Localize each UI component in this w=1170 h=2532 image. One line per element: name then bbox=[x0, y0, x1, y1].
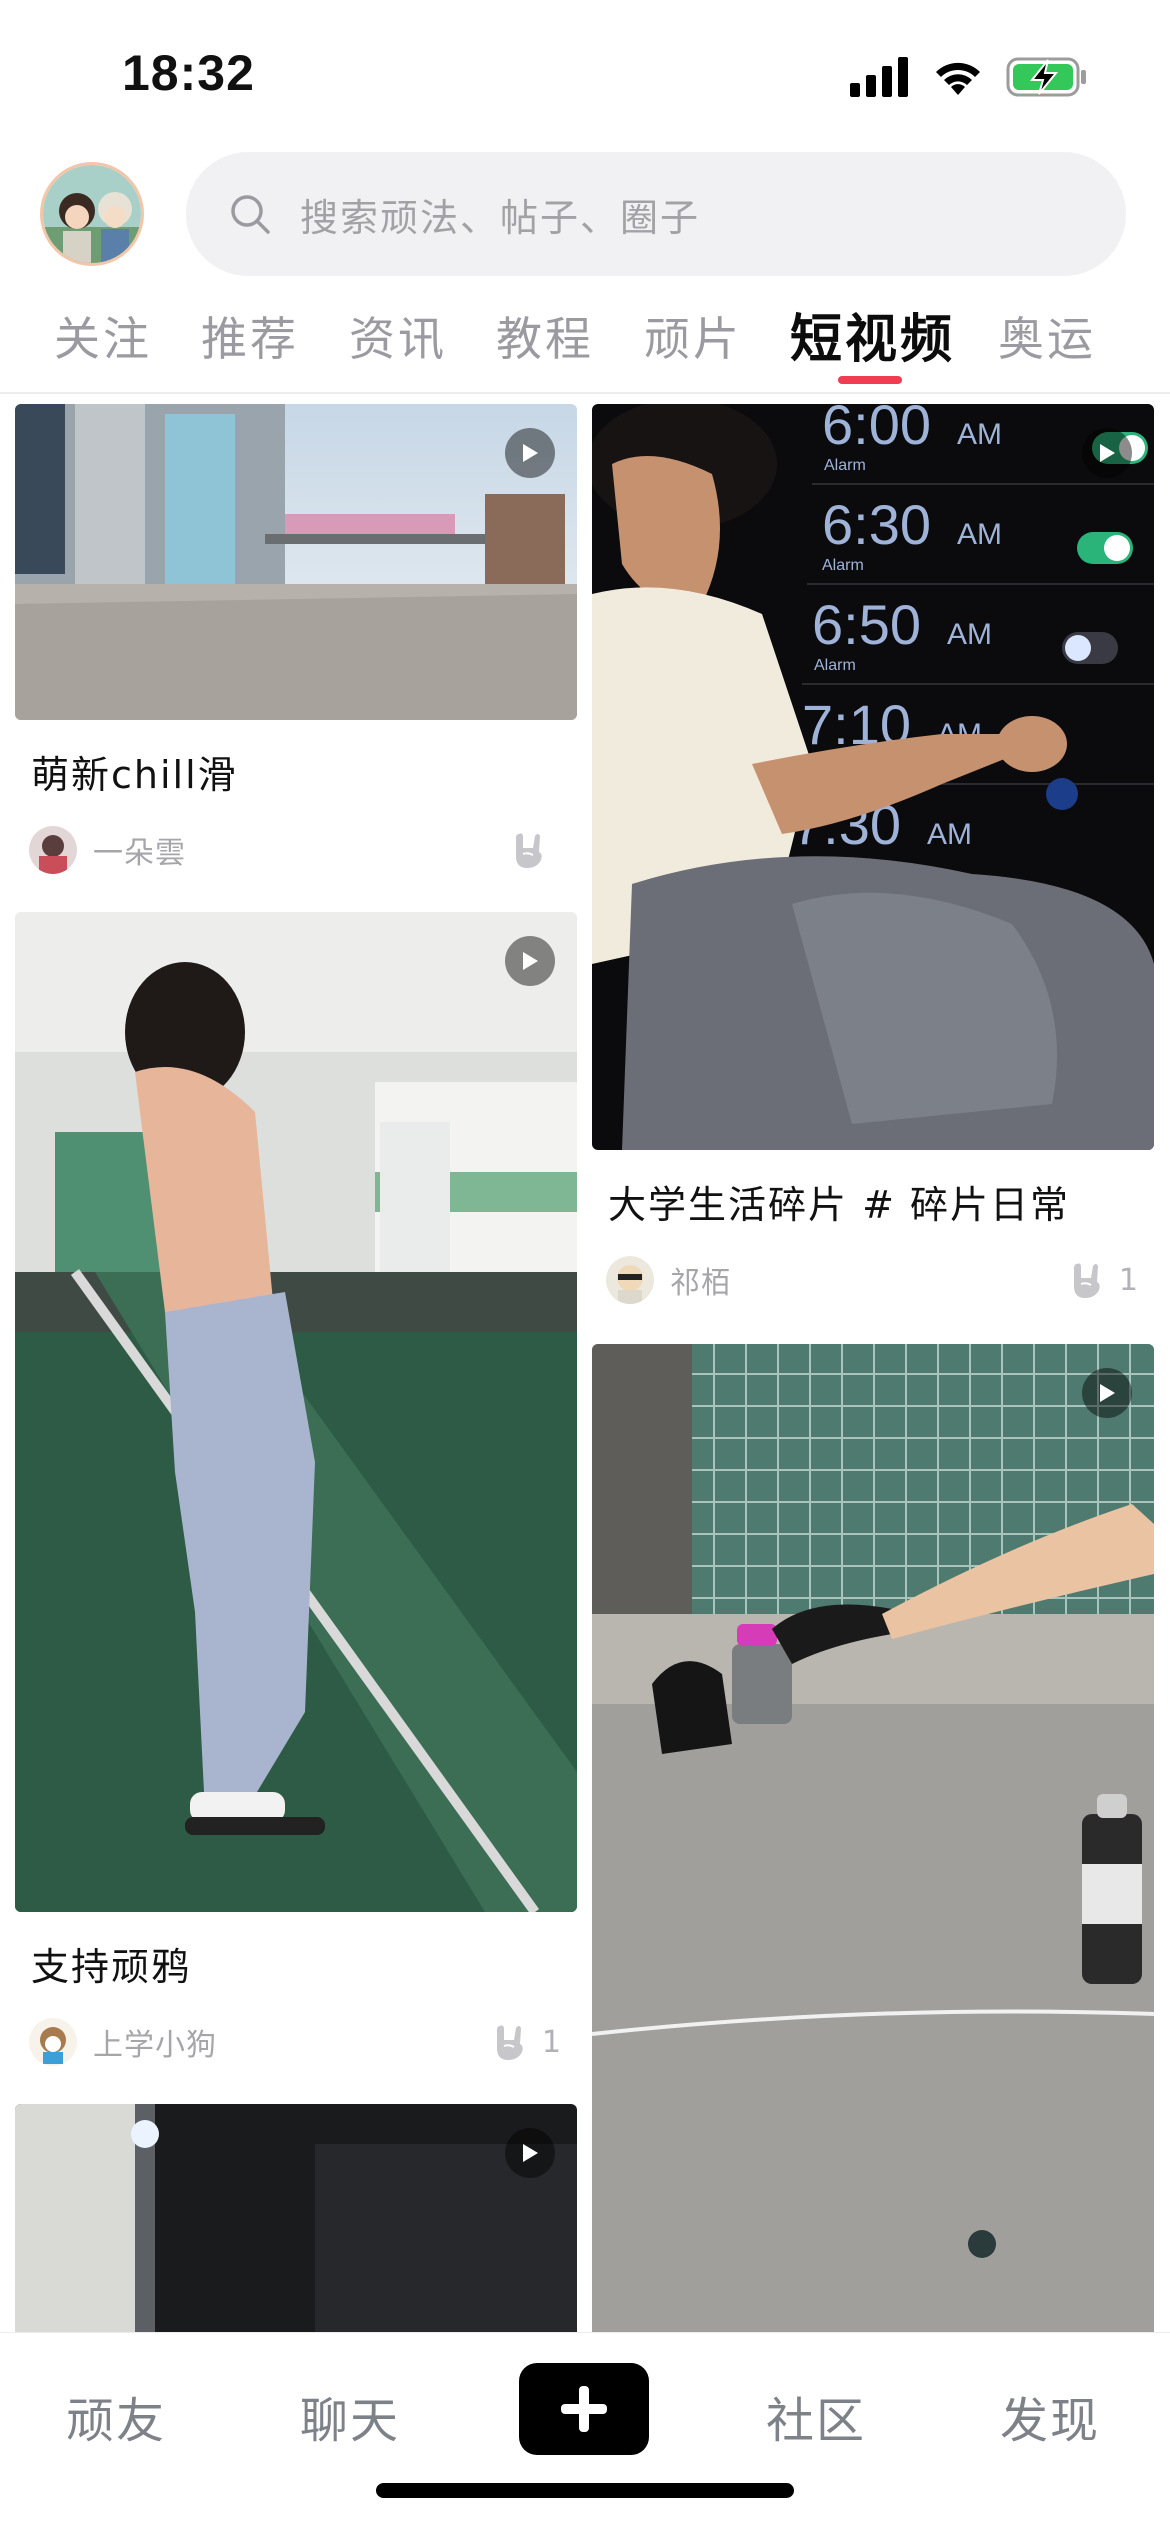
alarm-sub: Alarm bbox=[814, 657, 856, 674]
rock-hand-icon bbox=[496, 2025, 523, 2060]
alarm-ampm: AM bbox=[927, 818, 972, 851]
category-tabs: 关注 推荐 资讯 教程 顽片 短视频 奥运 bbox=[0, 295, 1170, 385]
alarm-time: 6:00 bbox=[822, 404, 931, 456]
status-bar: 18:32 bbox=[0, 0, 1170, 150]
status-time: 18:32 bbox=[122, 45, 255, 101]
wifi-icon bbox=[936, 62, 980, 95]
home-indicator bbox=[376, 2483, 794, 2498]
feed-card[interactable]: 萌新chill滑 一朵雲 bbox=[15, 404, 577, 875]
feed-card[interactable] bbox=[15, 2104, 577, 2332]
video-thumbnail[interactable] bbox=[15, 2104, 577, 2332]
battery-charging-icon bbox=[1006, 57, 1086, 97]
video-thumbnail[interactable] bbox=[592, 1344, 1154, 2332]
card-title[interactable]: 萌新chill滑 bbox=[31, 744, 577, 799]
author-avatar[interactable] bbox=[29, 826, 77, 874]
nav-discover[interactable]: 发现 bbox=[1000, 2381, 1100, 2451]
user-avatar[interactable] bbox=[40, 162, 144, 266]
video-thumbnail[interactable] bbox=[15, 912, 577, 1912]
card-title[interactable]: 支持顽鸦 bbox=[31, 1936, 577, 1991]
alarm-sub: Alarm bbox=[824, 457, 866, 474]
like-button[interactable]: 1 bbox=[1069, 1260, 1138, 1300]
search-icon bbox=[231, 195, 270, 234]
author-name[interactable]: 一朵雲 bbox=[93, 828, 511, 872]
tab-olympics[interactable]: 奥运 bbox=[998, 303, 1096, 369]
video-thumbnail[interactable] bbox=[15, 404, 577, 720]
status-icons bbox=[850, 52, 1088, 102]
play-icon bbox=[1082, 1368, 1132, 1418]
like-count: 1 bbox=[1118, 1262, 1138, 1298]
nav-community[interactable]: 社区 bbox=[766, 2381, 866, 2451]
author-avatar[interactable] bbox=[606, 1256, 654, 1304]
rock-hand-icon bbox=[1073, 1263, 1100, 1298]
card-title[interactable]: 大学生活碎片 # 碎片日常 bbox=[608, 1174, 1154, 1229]
author-name[interactable]: 上学小狗 bbox=[93, 2020, 492, 2064]
like-button[interactable] bbox=[511, 830, 561, 870]
tab-news[interactable]: 资讯 bbox=[349, 303, 447, 369]
tab-recommend[interactable]: 推荐 bbox=[201, 303, 299, 369]
card-meta: 上学小狗 1 bbox=[29, 2017, 561, 2067]
plus-icon bbox=[561, 2386, 607, 2432]
alarm-sub: Alarm bbox=[822, 557, 864, 574]
tab-follow[interactable]: 关注 bbox=[54, 303, 152, 369]
alarm-time: 6:50 bbox=[812, 593, 921, 656]
video-feed[interactable]: 萌新chill滑 一朵雲 支持顽鸦 上学小狗 1 6:00 6:30 6:50 … bbox=[0, 394, 1170, 2332]
nav-friends[interactable]: 顽友 bbox=[66, 2381, 166, 2451]
play-icon bbox=[1082, 428, 1132, 478]
alarm-ampm: AM bbox=[957, 518, 1002, 551]
like-count: 1 bbox=[541, 2024, 561, 2060]
alarm-time: 6:30 bbox=[822, 493, 931, 556]
active-tab-indicator bbox=[838, 376, 902, 384]
search-bar[interactable]: 搜索顽法、帖子、圈子 bbox=[186, 152, 1126, 276]
feed-card[interactable]: 6:00 6:30 6:50 7:10 7:30 AM AM AM AM AM … bbox=[592, 404, 1154, 1305]
search-placeholder: 搜索顽法、帖子、圈子 bbox=[300, 195, 701, 240]
feed-card[interactable] bbox=[592, 1344, 1154, 2332]
alarm-ampm: AM bbox=[947, 618, 992, 651]
card-meta: 一朵雲 bbox=[29, 825, 561, 875]
play-icon bbox=[505, 428, 555, 478]
nav-chat[interactable]: 聊天 bbox=[300, 2381, 400, 2451]
tab-short-video[interactable]: 短视频 bbox=[790, 297, 955, 372]
rock-hand-icon bbox=[516, 833, 542, 868]
bottom-nav: 顽友 聊天 社区 发现 bbox=[0, 2332, 1170, 2532]
play-icon bbox=[505, 2128, 555, 2178]
video-thumbnail[interactable]: 6:00 6:30 6:50 7:10 7:30 AM AM AM AM AM … bbox=[592, 404, 1154, 1150]
cellular-signal-icon bbox=[850, 57, 908, 97]
tab-tutorial[interactable]: 教程 bbox=[496, 303, 594, 369]
play-icon bbox=[505, 936, 555, 986]
card-meta: 祁栢 1 bbox=[606, 1255, 1138, 1305]
like-button[interactable]: 1 bbox=[492, 2022, 561, 2062]
feed-card[interactable]: 支持顽鸦 上学小狗 1 bbox=[15, 912, 577, 2067]
alarm-ampm: AM bbox=[957, 418, 1002, 451]
tab-photos[interactable]: 顽片 bbox=[644, 303, 742, 369]
author-name[interactable]: 祁栢 bbox=[670, 1258, 1069, 1302]
create-post-button[interactable] bbox=[519, 2363, 649, 2455]
author-avatar[interactable] bbox=[29, 2018, 77, 2066]
